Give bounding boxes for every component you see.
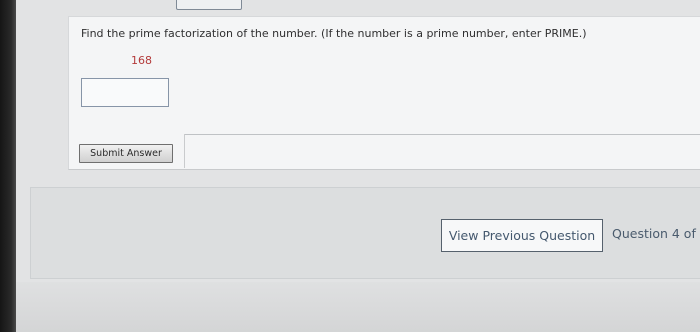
screen-bezel	[0, 0, 16, 332]
page-bottom	[16, 282, 700, 332]
answer-input[interactable]	[81, 78, 169, 107]
question-prompt: Find the prime factorization of the numb…	[81, 27, 587, 40]
previous-element-edge	[176, 0, 242, 10]
divider	[184, 134, 700, 135]
view-previous-question-button[interactable]: View Previous Question	[441, 219, 603, 252]
question-number: 168	[131, 54, 152, 67]
divider-vertical	[184, 134, 185, 168]
submit-answer-button[interactable]: Submit Answer	[79, 144, 173, 163]
question-counter: Question 4 of	[612, 226, 696, 241]
question-card: Find the prime factorization of the numb…	[68, 16, 700, 170]
